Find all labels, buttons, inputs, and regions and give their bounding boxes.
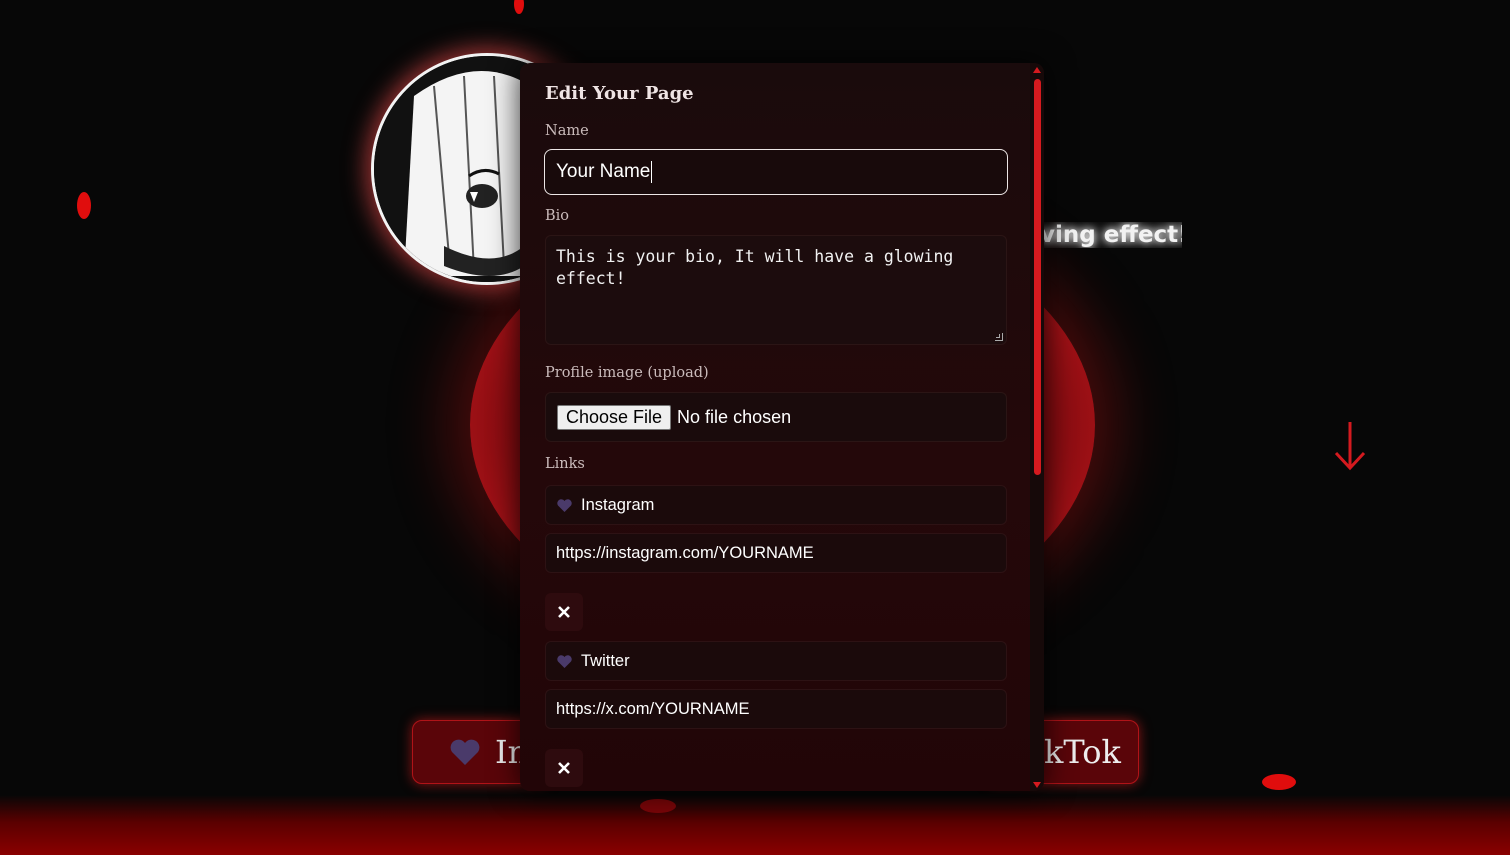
edit-page-panel: Edit Your Page Name Your Name Bio This i…: [520, 63, 1044, 791]
profile-image-upload: Choose File No file chosen: [545, 392, 1007, 442]
blood-drop: [77, 192, 91, 219]
bio-textarea-value: This is your bio, It will have a glowing…: [556, 247, 954, 288]
scroll-down-icon[interactable]: [1033, 782, 1041, 788]
link-title-input[interactable]: Instagram: [545, 485, 1007, 525]
resize-handle-icon[interactable]: [995, 333, 1003, 341]
panel-title: Edit Your Page: [545, 83, 694, 104]
link-title-value: Twitter: [581, 651, 630, 670]
links-label: Links: [545, 456, 585, 472]
link-url-input[interactable]: https://x.com/YOURNAME: [545, 689, 1007, 729]
background-bio-glow-text: ving effect!: [1040, 222, 1182, 248]
link-url-value: https://x.com/YOURNAME: [556, 699, 750, 718]
close-icon: [558, 606, 570, 618]
name-label: Name: [545, 123, 589, 139]
name-input-value: Your Name: [556, 161, 651, 182]
profile-image-label: Profile image (upload): [545, 365, 709, 381]
purple-heart-icon: [450, 739, 480, 765]
blood-drop: [640, 799, 676, 813]
background-link-label: kTok: [1044, 733, 1121, 771]
arrow-down-icon[interactable]: [1332, 420, 1368, 472]
background-blood-floor: [0, 795, 1510, 855]
remove-link-button[interactable]: [545, 593, 583, 631]
link-title-value: Instagram: [581, 495, 655, 514]
remove-link-button[interactable]: [545, 749, 583, 787]
scroll-up-icon[interactable]: [1033, 67, 1041, 73]
bio-textarea[interactable]: This is your bio, It will have a glowing…: [545, 235, 1007, 345]
panel-scrollbar[interactable]: [1030, 63, 1044, 791]
link-title-input[interactable]: Twitter: [545, 641, 1007, 681]
name-input[interactable]: Your Name: [544, 149, 1008, 195]
link-url-value: https://instagram.com/YOURNAME: [556, 543, 814, 562]
blood-drop: [514, 0, 524, 14]
purple-heart-icon: [557, 654, 572, 668]
file-status: No file chosen: [677, 406, 792, 427]
bio-label: Bio: [545, 208, 570, 224]
choose-file-button[interactable]: Choose File: [557, 404, 672, 430]
blood-drop: [1262, 774, 1296, 790]
link-url-input[interactable]: https://instagram.com/YOURNAME: [545, 533, 1007, 573]
scrollbar-thumb[interactable]: [1034, 79, 1041, 475]
purple-heart-icon: [557, 498, 572, 512]
text-caret: [651, 161, 653, 183]
close-icon: [558, 762, 570, 774]
